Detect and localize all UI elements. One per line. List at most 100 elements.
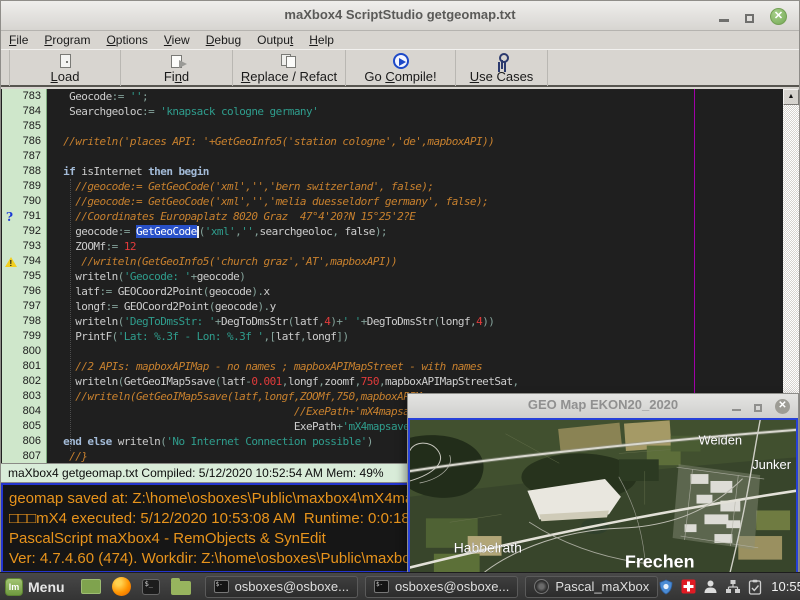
map-maximize-icon[interactable] — [754, 404, 762, 412]
code-line[interactable]: writeln('Geocode: '+geocode) — [57, 269, 783, 284]
taskbar-window-terminal-2[interactable]: $- osboxes@osboxe... — [365, 576, 518, 598]
taskbar-window-pascal-maxbox[interactable]: Pascal_maXbox — [525, 576, 658, 598]
gutter-line[interactable]: 788 — [2, 164, 46, 179]
go-compile-button[interactable]: Go Compile! — [346, 50, 456, 86]
map-label-weiden: Weiden — [699, 433, 743, 448]
menu-item-output[interactable]: Output — [249, 32, 301, 48]
clock[interactable]: 10:55 — [771, 579, 800, 594]
gutter-line[interactable]: 802 — [2, 374, 46, 389]
close-icon[interactable]: ✕ — [770, 8, 787, 25]
pascal-maxbox-icon — [534, 579, 549, 594]
map-close-icon[interactable]: ✕ — [775, 399, 790, 414]
replace-icon — [233, 52, 345, 70]
menu-item-options[interactable]: Options — [98, 32, 155, 48]
gutter-line[interactable]: 803 — [2, 389, 46, 404]
code-line[interactable]: Geocode:= ''; — [57, 89, 783, 104]
terminal-icon: $- — [214, 580, 229, 593]
gutter-line[interactable]: 795 — [2, 269, 46, 284]
menu-item-program[interactable]: Program — [36, 32, 98, 48]
network-icon[interactable] — [725, 579, 741, 594]
code-line[interactable]: //Coordinates Europaplatz 8020 Graz 47°4… — [57, 209, 783, 224]
gutter-line[interactable]: 798 — [2, 314, 46, 329]
files-icon[interactable] — [171, 581, 191, 595]
main-titlebar[interactable]: maXbox4 ScriptStudio getgeomap.txt ✕ — [1, 1, 799, 31]
scroll-up-icon[interactable]: ▲ — [783, 89, 799, 105]
gutter-line[interactable]: 796 — [2, 284, 46, 299]
code-line[interactable]: latf:= GEOCoord2Point(geocode).x — [57, 284, 783, 299]
code-line[interactable] — [57, 149, 783, 164]
code-line[interactable]: //writeln('places API: '+GetGeoInfo5('st… — [57, 134, 783, 149]
show-desktop-icon[interactable] — [81, 579, 101, 594]
gutter-line[interactable]: 784 — [2, 104, 46, 119]
code-line[interactable]: if isInternet then begin — [57, 164, 783, 179]
clipboard-icon[interactable] — [748, 579, 762, 595]
code-line[interactable]: writeln('DegToDmsStr: '+DegToDmsStr(latf… — [57, 314, 783, 329]
toolbar: Load Find Replace / Refact Go Compile! U… — [1, 49, 799, 87]
editor-gutter[interactable]: 783784785786787788789790?791792793794795… — [2, 89, 47, 463]
user-icon[interactable] — [703, 579, 718, 594]
gutter-line[interactable]: 786 — [2, 134, 46, 149]
taskbar-window-terminal-1[interactable]: $- osboxes@osboxe... — [205, 576, 358, 598]
menu-button[interactable]: lm Menu — [0, 573, 73, 600]
menu-item-debug[interactable]: Debug — [198, 32, 249, 48]
load-button[interactable]: Load — [9, 50, 121, 86]
gutter-line[interactable]: 790 — [2, 194, 46, 209]
menu-item-file[interactable]: File — [1, 32, 36, 48]
code-line[interactable]: //geocode:= GetGeoCode('xml','','bern sw… — [57, 179, 783, 194]
gutter-line[interactable]: 792 — [2, 224, 46, 239]
gutter-line[interactable]: 805 — [2, 419, 46, 434]
replace-refactor-button[interactable]: Replace / Refact — [233, 50, 346, 86]
geo-map-window: GEO Map EKON20_2020 ✕ — [407, 393, 799, 600]
code-line[interactable]: writeln(GetGeoIMap5save(latf-0.001,longf… — [57, 374, 783, 389]
map-label-habbelrath: Habbelrath — [454, 540, 522, 556]
gutter-line[interactable]: 807 — [2, 449, 46, 463]
terminal-launcher-icon[interactable]: $_ — [142, 579, 160, 595]
gutter-line[interactable]: 799 — [2, 329, 46, 344]
gutter-line[interactable]: 785 — [2, 119, 46, 134]
red-cross-icon[interactable] — [681, 579, 696, 594]
code-line[interactable]: //writeln(GetGeoInfo5('church graz','AT'… — [57, 254, 783, 269]
gutter-line[interactable]: ?791 — [2, 209, 46, 224]
firefox-icon[interactable] — [112, 577, 131, 596]
menubar: FileProgramOptionsViewDebugOutputHelp — [1, 31, 799, 49]
code-line[interactable]: ZOOMf:= 12 — [57, 239, 783, 254]
find-button[interactable]: Find — [121, 50, 233, 86]
window-title: maXbox4 ScriptStudio getgeomap.txt — [1, 7, 799, 22]
warning-icon — [5, 257, 17, 267]
use-cases-button[interactable]: Use Cases — [456, 50, 548, 86]
gutter-line[interactable]: 789 — [2, 179, 46, 194]
gutter-line[interactable]: 804 — [2, 404, 46, 419]
gutter-line[interactable]: 797 — [2, 299, 46, 314]
map-minimize-icon[interactable] — [732, 409, 741, 411]
menu-item-view[interactable]: View — [156, 32, 198, 48]
minimize-icon[interactable] — [719, 19, 729, 22]
code-line[interactable] — [57, 344, 783, 359]
shield-icon[interactable] — [658, 579, 674, 595]
map-label-junker: Junker — [752, 457, 792, 472]
map-titlebar[interactable]: GEO Map EKON20_2020 ✕ — [408, 394, 798, 418]
indent-guide — [70, 179, 71, 451]
code-line[interactable]: longf:= GEOCoord2Point(geocode).y — [57, 299, 783, 314]
system-tray: 10:55 — [658, 579, 800, 595]
taskbar-window-label: osboxes@osboxe... — [395, 579, 509, 594]
map-label-frechen: Frechen — [625, 552, 695, 572]
code-line[interactable]: Searchgeoloc:= 'knapsack cologne germany… — [57, 104, 783, 119]
taskbar-window-label: osboxes@osboxe... — [235, 579, 349, 594]
code-line[interactable]: PrintF('Lat: %.3f - Lon: %.3f ',[latf,lo… — [57, 329, 783, 344]
code-line[interactable]: geocode:= GetGeoCode('xml','',searchgeol… — [57, 224, 783, 239]
gutter-line[interactable]: 783 — [2, 89, 46, 104]
use-cases-icon — [456, 52, 547, 70]
load-icon — [10, 52, 120, 70]
desktop: maXbox4 ScriptStudio getgeomap.txt ✕ Fil… — [0, 0, 800, 600]
code-line[interactable] — [57, 119, 783, 134]
gutter-line[interactable]: 800 — [2, 344, 46, 359]
gutter-line[interactable]: 793 — [2, 239, 46, 254]
maximize-icon[interactable] — [745, 14, 754, 23]
code-line[interactable]: //geocode:= GetGeoCode('xml','','melia d… — [57, 194, 783, 209]
gutter-line[interactable]: 787 — [2, 149, 46, 164]
gutter-line[interactable]: 806 — [2, 434, 46, 449]
gutter-line[interactable]: 794 — [2, 254, 46, 269]
code-line[interactable]: //2 APIs: mapboxAPIMap - no names ; mapb… — [57, 359, 783, 374]
gutter-line[interactable]: 801 — [2, 359, 46, 374]
menu-item-help[interactable]: Help — [301, 32, 342, 48]
